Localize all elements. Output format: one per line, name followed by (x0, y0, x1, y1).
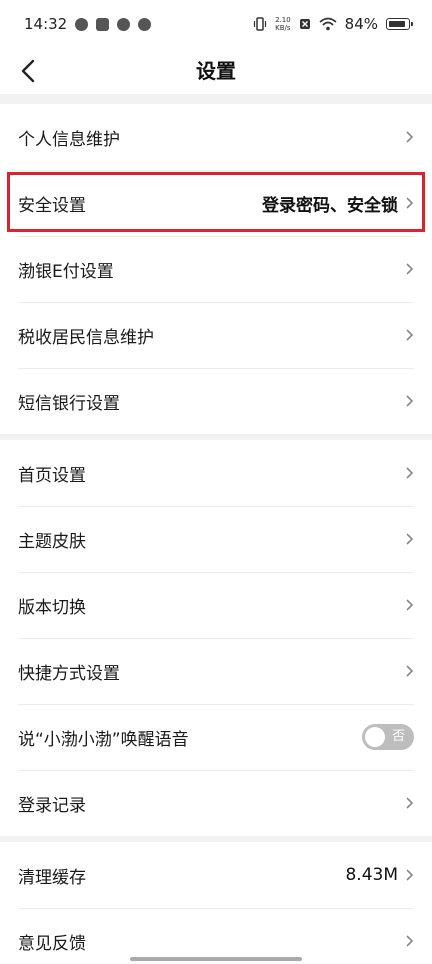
row-login-history[interactable]: 登录记录 (0, 770, 432, 836)
row-label: 主题皮肤 (18, 531, 86, 552)
row-sms-banking[interactable]: 短信银行设置 (0, 368, 432, 434)
row-label: 安全设置 (18, 195, 86, 216)
chevron-right-icon (406, 599, 414, 611)
row-label: 清理缓存 (18, 867, 86, 888)
row-label: 版本切换 (18, 597, 86, 618)
battery-percent: 84% (344, 15, 378, 33)
row-clear-cache[interactable]: 清理缓存 8.43M (0, 842, 432, 908)
row-personal-info[interactable]: 个人信息维护 (0, 104, 432, 170)
page-title: 设置 (196, 59, 236, 83)
home-indicator[interactable] (130, 957, 302, 961)
chevron-right-icon (406, 395, 414, 407)
chevron-right-icon (406, 131, 414, 143)
navigation-bar: 设置 (0, 48, 432, 94)
security-settings-value: 登录密码、安全锁 (262, 195, 398, 216)
app-notification-icon (96, 17, 110, 31)
row-label: 税收居民信息维护 (18, 327, 154, 348)
row-label: 短信银行设置 (18, 393, 120, 414)
fan-icon (117, 17, 131, 31)
status-time: 14:32 (24, 15, 68, 33)
network-speed: 2.10 KB/s (275, 16, 291, 32)
network-speed-value: 2.10 (275, 16, 291, 24)
chevron-right-icon (406, 329, 414, 341)
chevron-right-icon (406, 797, 414, 809)
chevron-right-icon (406, 197, 414, 209)
row-voice-wakeup: 说“小渤小渤”唤醒语音 否 (0, 704, 432, 770)
chevron-right-icon (406, 467, 414, 479)
row-theme-skin[interactable]: 主题皮肤 (0, 506, 432, 572)
toggle-state-text: 否 (391, 729, 405, 744)
row-label: 意见反馈 (18, 933, 86, 954)
chevron-right-icon (406, 665, 414, 677)
row-home-settings[interactable]: 首页设置 (0, 440, 432, 506)
settings-screen: 14:32 2.10 KB/s 84% 设置 个人信息维护 安全设置 登录密码、… (0, 0, 432, 964)
chevron-right-icon (406, 533, 414, 545)
row-label: 个人信息维护 (18, 129, 120, 150)
chevron-right-icon (406, 869, 414, 881)
row-tax-resident-info[interactable]: 税收居民信息维护 (0, 302, 432, 368)
sync-icon (75, 17, 89, 31)
network-speed-unit: KB/s (275, 24, 291, 32)
row-security-settings[interactable]: 安全设置 登录密码、安全锁 (0, 170, 432, 236)
battery-icon (386, 18, 413, 30)
chevron-right-icon (406, 935, 414, 947)
cache-size-value: 8.43M (345, 865, 398, 885)
row-feedback[interactable]: 意见反馈 (0, 908, 432, 964)
pinwheel-icon (138, 17, 152, 31)
status-bar-left: 14:32 (24, 15, 152, 33)
row-label: 快捷方式设置 (18, 663, 120, 684)
row-label: 登录记录 (18, 795, 86, 816)
voice-wakeup-toggle[interactable]: 否 (362, 724, 414, 750)
row-epay-settings[interactable]: 渤银E付设置 (0, 236, 432, 302)
toggle-knob (365, 727, 385, 747)
row-shortcut-settings[interactable]: 快捷方式设置 (0, 638, 432, 704)
settings-group-account: 个人信息维护 安全设置 登录密码、安全锁 渤银E付设置 税收居民信息维护 短信银… (0, 104, 432, 434)
settings-group-misc: 清理缓存 8.43M 意见反馈 (0, 842, 432, 964)
row-version-switch[interactable]: 版本切换 (0, 572, 432, 638)
sim-blocked-icon (299, 19, 310, 29)
row-label: 说“小渤小渤”唤醒语音 (18, 729, 189, 750)
status-bar-right: 2.10 KB/s 84% (253, 15, 413, 33)
row-label: 首页设置 (18, 465, 86, 486)
wifi-icon (319, 17, 337, 31)
row-label: 渤银E付设置 (18, 261, 114, 282)
settings-group-app: 首页设置 主题皮肤 版本切换 快捷方式设置 说“小渤小渤”唤醒语音 否 登录记录 (0, 440, 432, 836)
status-bar: 14:32 2.10 KB/s 84% (0, 0, 432, 48)
vibrate-icon (253, 17, 267, 31)
chevron-right-icon (406, 263, 414, 275)
